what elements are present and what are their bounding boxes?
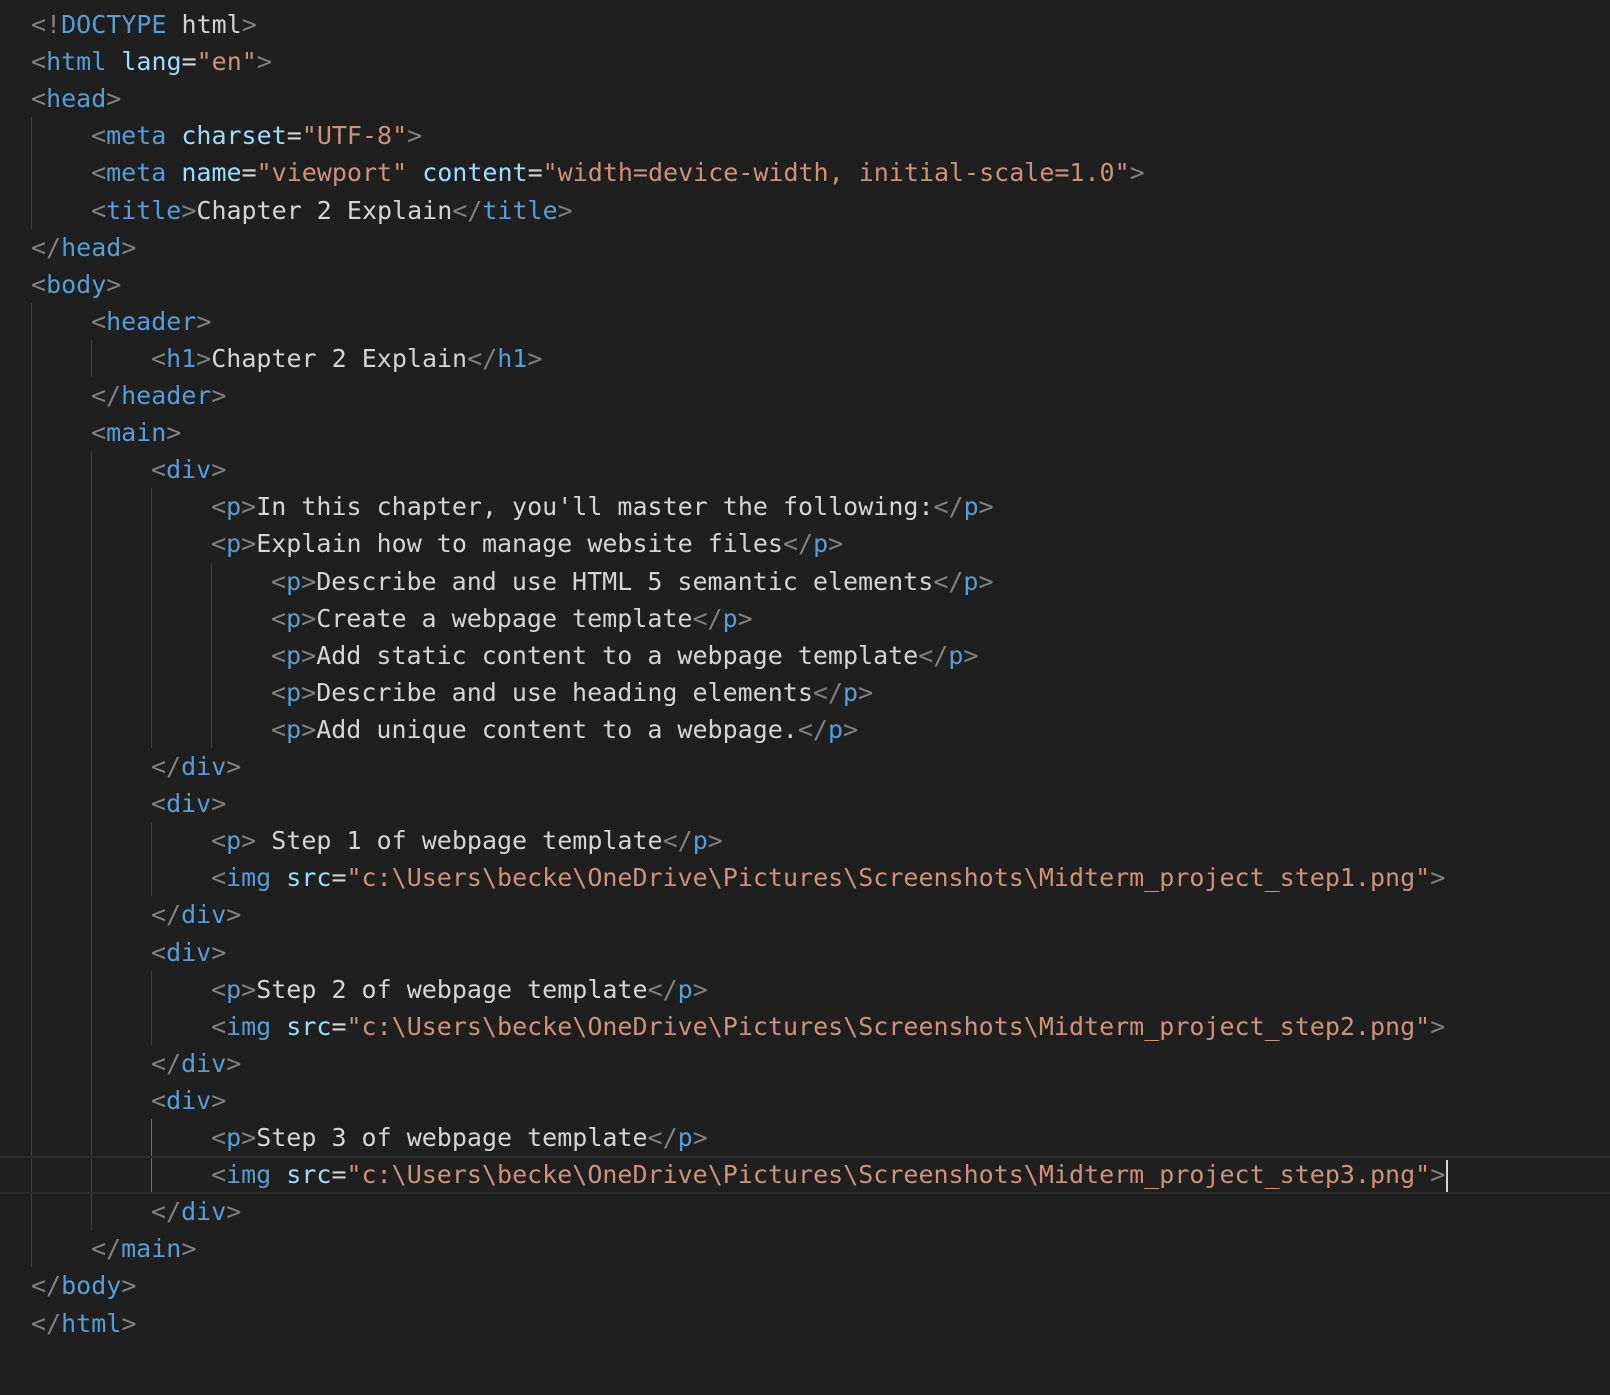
- code-text: <div>: [151, 937, 227, 967]
- code-line[interactable]: <p>Explain how to manage website files</…: [0, 525, 1610, 563]
- code-text: <img src="c:\Users\becke\OneDrive\Pictur…: [211, 863, 1446, 893]
- code-editor[interactable]: <!DOCTYPE html> <html lang="en"> <head> <me…: [0, 0, 1610, 1395]
- code-text: <p> Step 1 of webpage template</p>: [211, 826, 723, 856]
- code-line[interactable]: </main>: [0, 1230, 1610, 1268]
- code-line[interactable]: <meta name="viewport" content="width=dev…: [0, 154, 1610, 192]
- code-text: <meta charset="UTF-8">: [91, 121, 423, 151]
- code-line[interactable]: <main>: [0, 414, 1610, 452]
- code-line[interactable]: <p> Step 1 of webpage template</p>: [0, 822, 1610, 860]
- code-line[interactable]: <html lang="en">: [0, 43, 1610, 81]
- code-line[interactable]: <h1>Chapter 2 Explain</h1>: [0, 340, 1610, 378]
- code-line[interactable]: <div>: [0, 934, 1610, 972]
- code-text: <head>: [31, 84, 122, 114]
- code-line[interactable]: </div>: [0, 1045, 1610, 1083]
- code-line[interactable]: </div>: [0, 896, 1610, 934]
- code-text: </header>: [91, 381, 227, 410]
- code-text: <p>In this chapter, you'll master the fo…: [211, 492, 994, 522]
- code-line[interactable]: </head>: [0, 229, 1610, 267]
- code-text: <div>: [151, 455, 227, 485]
- code-line[interactable]: </div>: [0, 1193, 1610, 1231]
- code-text: </head>: [31, 232, 137, 262]
- code-text: <p>Create a webpage template</p>: [271, 603, 753, 633]
- code-line[interactable]: <p>In this chapter, you'll master the fo…: [0, 488, 1610, 526]
- code-line[interactable]: <p>Add static content to a webpage templ…: [0, 637, 1610, 675]
- code-line[interactable]: <p>Describe and use HTML 5 semantic elem…: [0, 563, 1610, 601]
- code-line[interactable]: <p>Create a webpage template</p>: [0, 600, 1610, 638]
- code-text: <p>Add static content to a webpage templ…: [271, 640, 979, 670]
- code-text: </html>: [31, 1308, 137, 1338]
- code-text: <p>Explain how to manage website files</…: [211, 529, 844, 559]
- code-line[interactable]: </html>: [0, 1305, 1610, 1343]
- text-cursor: [1446, 1160, 1449, 1193]
- code-text: </main>: [91, 1234, 197, 1264]
- code-line[interactable]: <div>: [0, 451, 1610, 489]
- code-line[interactable]: <p>Step 2 of webpage template</p>: [0, 971, 1610, 1009]
- code-text: <p>Step 3 of webpage template</p>: [211, 1123, 708, 1152]
- code-text: <main>: [91, 418, 182, 448]
- code-text: <div>: [151, 789, 227, 819]
- code-text: <img src="c:\Users\becke\OneDrive\Pictur…: [211, 1158, 1449, 1193]
- code-text: <html lang="en">: [31, 47, 272, 77]
- code-line[interactable]: <!DOCTYPE html>: [0, 6, 1610, 44]
- code-text: <title>Chapter 2 Explain</title>: [91, 195, 573, 225]
- code-text: <h1>Chapter 2 Explain</h1>: [151, 343, 543, 373]
- code-line[interactable]: <p>Describe and use heading elements</p>: [0, 674, 1610, 712]
- code-line[interactable]: </div>: [0, 748, 1610, 786]
- code-text: </div>: [151, 1197, 242, 1227]
- code-text: <p>Step 2 of webpage template</p>: [211, 974, 708, 1004]
- code-text: </div>: [151, 752, 242, 781]
- code-line[interactable]: </header>: [0, 377, 1610, 415]
- code-line[interactable]: <img src="c:\Users\becke\OneDrive\Pictur…: [0, 1008, 1610, 1046]
- code-text: <p>Add unique content to a webpage.</p>: [271, 714, 859, 744]
- code-line[interactable]: <title>Chapter 2 Explain</title>: [0, 192, 1610, 230]
- code-text: </body>: [31, 1271, 137, 1301]
- code-line[interactable]: </body>: [0, 1267, 1610, 1305]
- code-text: <img src="c:\Users\becke\OneDrive\Pictur…: [211, 1011, 1446, 1041]
- code-text: </div>: [151, 900, 242, 930]
- code-line[interactable]: <div>: [0, 785, 1610, 823]
- code-text: <p>Describe and use heading elements</p>: [271, 677, 874, 707]
- code-line[interactable]: <img src="c:\Users\becke\OneDrive\Pictur…: [0, 859, 1610, 897]
- code-line[interactable]: <p>Step 3 of webpage template</p>: [0, 1119, 1610, 1157]
- code-text: <meta name="viewport" content="width=dev…: [91, 158, 1145, 188]
- current-code-line[interactable]: <img src="c:\Users\becke\OneDrive\Pictur…: [0, 1156, 1610, 1195]
- code-text: <p>Describe and use HTML 5 semantic elem…: [271, 566, 994, 596]
- code-line[interactable]: <div>: [0, 1082, 1610, 1120]
- code-text: <header>: [91, 306, 212, 336]
- code-text: <!DOCTYPE html>: [31, 10, 257, 39]
- code-line[interactable]: <body>: [0, 266, 1610, 304]
- code-text: <body>: [31, 269, 122, 299]
- code-text: </div>: [151, 1048, 242, 1078]
- code-line[interactable]: <head>: [0, 80, 1610, 118]
- code-text: <div>: [151, 1085, 227, 1115]
- code-line[interactable]: <meta charset="UTF-8">: [0, 117, 1610, 155]
- code-line[interactable]: <header>: [0, 303, 1610, 341]
- code-line[interactable]: <p>Add unique content to a webpage.</p>: [0, 711, 1610, 749]
